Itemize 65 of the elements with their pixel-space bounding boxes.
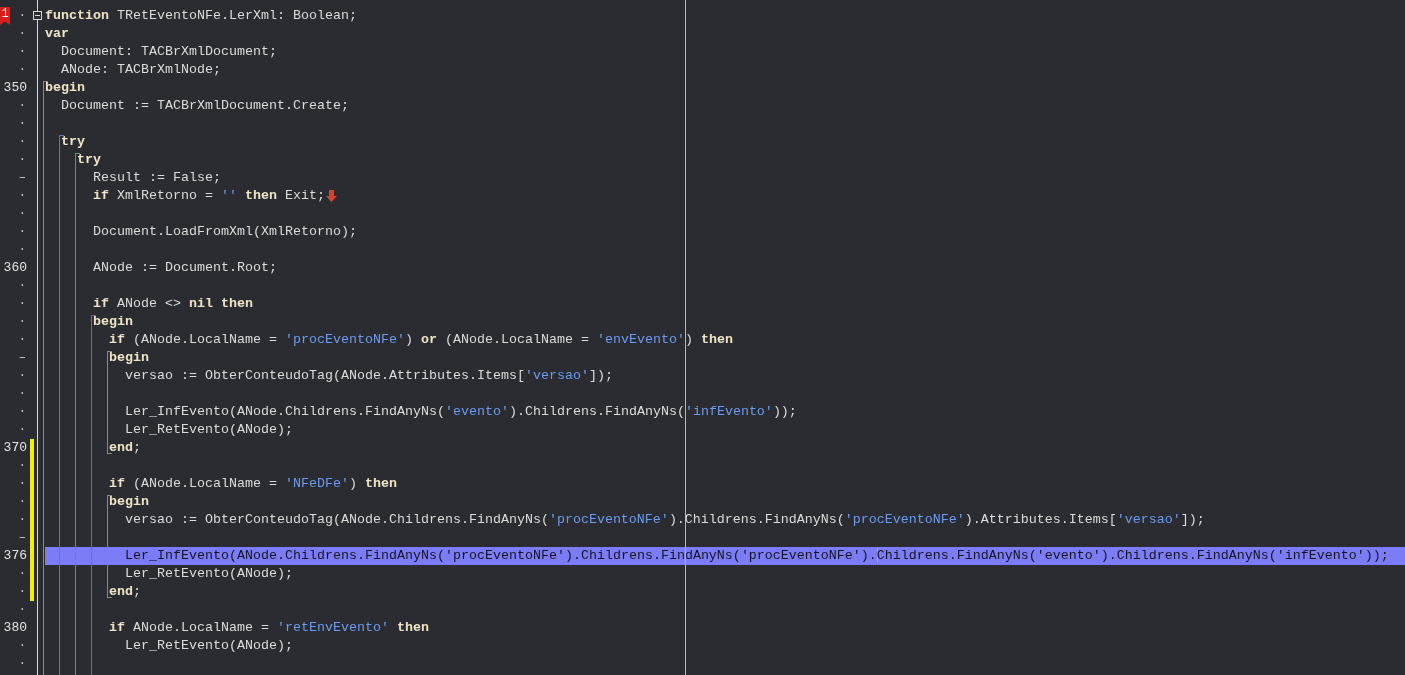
line-marker: · xyxy=(18,26,26,43)
line-marker: · xyxy=(18,44,26,61)
code-line: if (ANode.LocalName = 'procEventoNFe') or (ANode.LocalName = 'envEvento') then xyxy=(108,331,733,349)
code-line: var xyxy=(45,25,69,43)
line-marker: · xyxy=(18,134,26,151)
collapse-icon[interactable] xyxy=(33,11,42,20)
line-marker: · xyxy=(18,368,26,385)
line-marker: · xyxy=(18,332,26,349)
code-line: if (ANode.LocalName = 'NFeDFe') then xyxy=(108,475,397,493)
code-line: function TRetEventoNFe.LerXml: Boolean; xyxy=(45,7,357,25)
line-marker: – xyxy=(18,170,26,187)
line-marker: · xyxy=(18,404,26,421)
code-line: try xyxy=(60,133,85,151)
line-marker: · xyxy=(18,494,26,511)
code-line: Document: TACBrXmlDocument; xyxy=(60,43,277,61)
line-marker: · xyxy=(18,314,26,331)
line-marker: · xyxy=(18,422,26,439)
line-number: 376 xyxy=(3,547,27,565)
line-marker: · xyxy=(18,152,26,169)
line-marker: · xyxy=(18,458,26,475)
code-line: Result := False; xyxy=(92,169,221,187)
code-line: ANode := Document.Root; xyxy=(92,259,277,277)
code-line: Ler_RetEvento(ANode); xyxy=(123,565,293,583)
line-marker: · xyxy=(18,116,26,133)
line-number: 370 xyxy=(3,439,27,457)
line-marker: · xyxy=(18,296,26,313)
code-line: end; xyxy=(108,439,141,457)
line-marker: · xyxy=(18,602,26,619)
line-number: 360 xyxy=(3,259,27,277)
code-line: begin xyxy=(108,493,149,511)
code-line: begin xyxy=(45,79,85,97)
code-line: if XmlRetorno = '' then Exit; xyxy=(92,187,325,205)
line-marker: · xyxy=(18,62,26,79)
line-number: 350 xyxy=(3,79,27,97)
line-marker: · xyxy=(18,242,26,259)
code-line: versao := ObterConteudoTag(ANode.Attributes.Items['versao']); xyxy=(123,367,613,385)
code-line: begin xyxy=(92,313,133,331)
code-line: try xyxy=(76,151,101,169)
code-line: end; xyxy=(108,583,141,601)
line-marker: – xyxy=(18,530,26,547)
line-marker: · xyxy=(18,188,26,205)
code-line: Document.LoadFromXml(XmlRetorno); xyxy=(92,223,357,241)
bookmark-flag[interactable]: 1 xyxy=(0,7,10,25)
line-marker: · xyxy=(18,206,26,223)
line-marker: · xyxy=(18,584,26,601)
line-number: 380 xyxy=(3,619,27,637)
line-marker: · xyxy=(18,8,26,25)
line-marker: · xyxy=(18,512,26,529)
code-line: Ler_RetEvento(ANode); xyxy=(123,637,293,655)
line-marker: · xyxy=(18,638,26,655)
line-marker: – xyxy=(18,350,26,367)
line-marker: · xyxy=(18,566,26,583)
line-marker: · xyxy=(18,98,26,115)
line-marker: · xyxy=(18,224,26,241)
line-marker: · xyxy=(18,278,26,295)
line-marker: · xyxy=(18,476,26,493)
code-line: if ANode <> nil then xyxy=(92,295,253,313)
line-marker: · xyxy=(18,386,26,403)
code-line: begin xyxy=(108,349,149,367)
code-line: Ler_RetEvento(ANode); xyxy=(123,421,293,439)
code-line: Document := TACBrXmlDocument.Create; xyxy=(60,97,349,115)
code-line: ANode: TACBrXmlNode; xyxy=(60,61,221,79)
code-line: if ANode.LocalName = 'retEnvEvento' then xyxy=(108,619,429,637)
code-line: Ler_InfEvento(ANode.Childrens.FindAnyNs('evento').Childrens.FindAnyNs('infEvento')); xyxy=(123,403,797,421)
line-marker: · xyxy=(18,656,26,673)
